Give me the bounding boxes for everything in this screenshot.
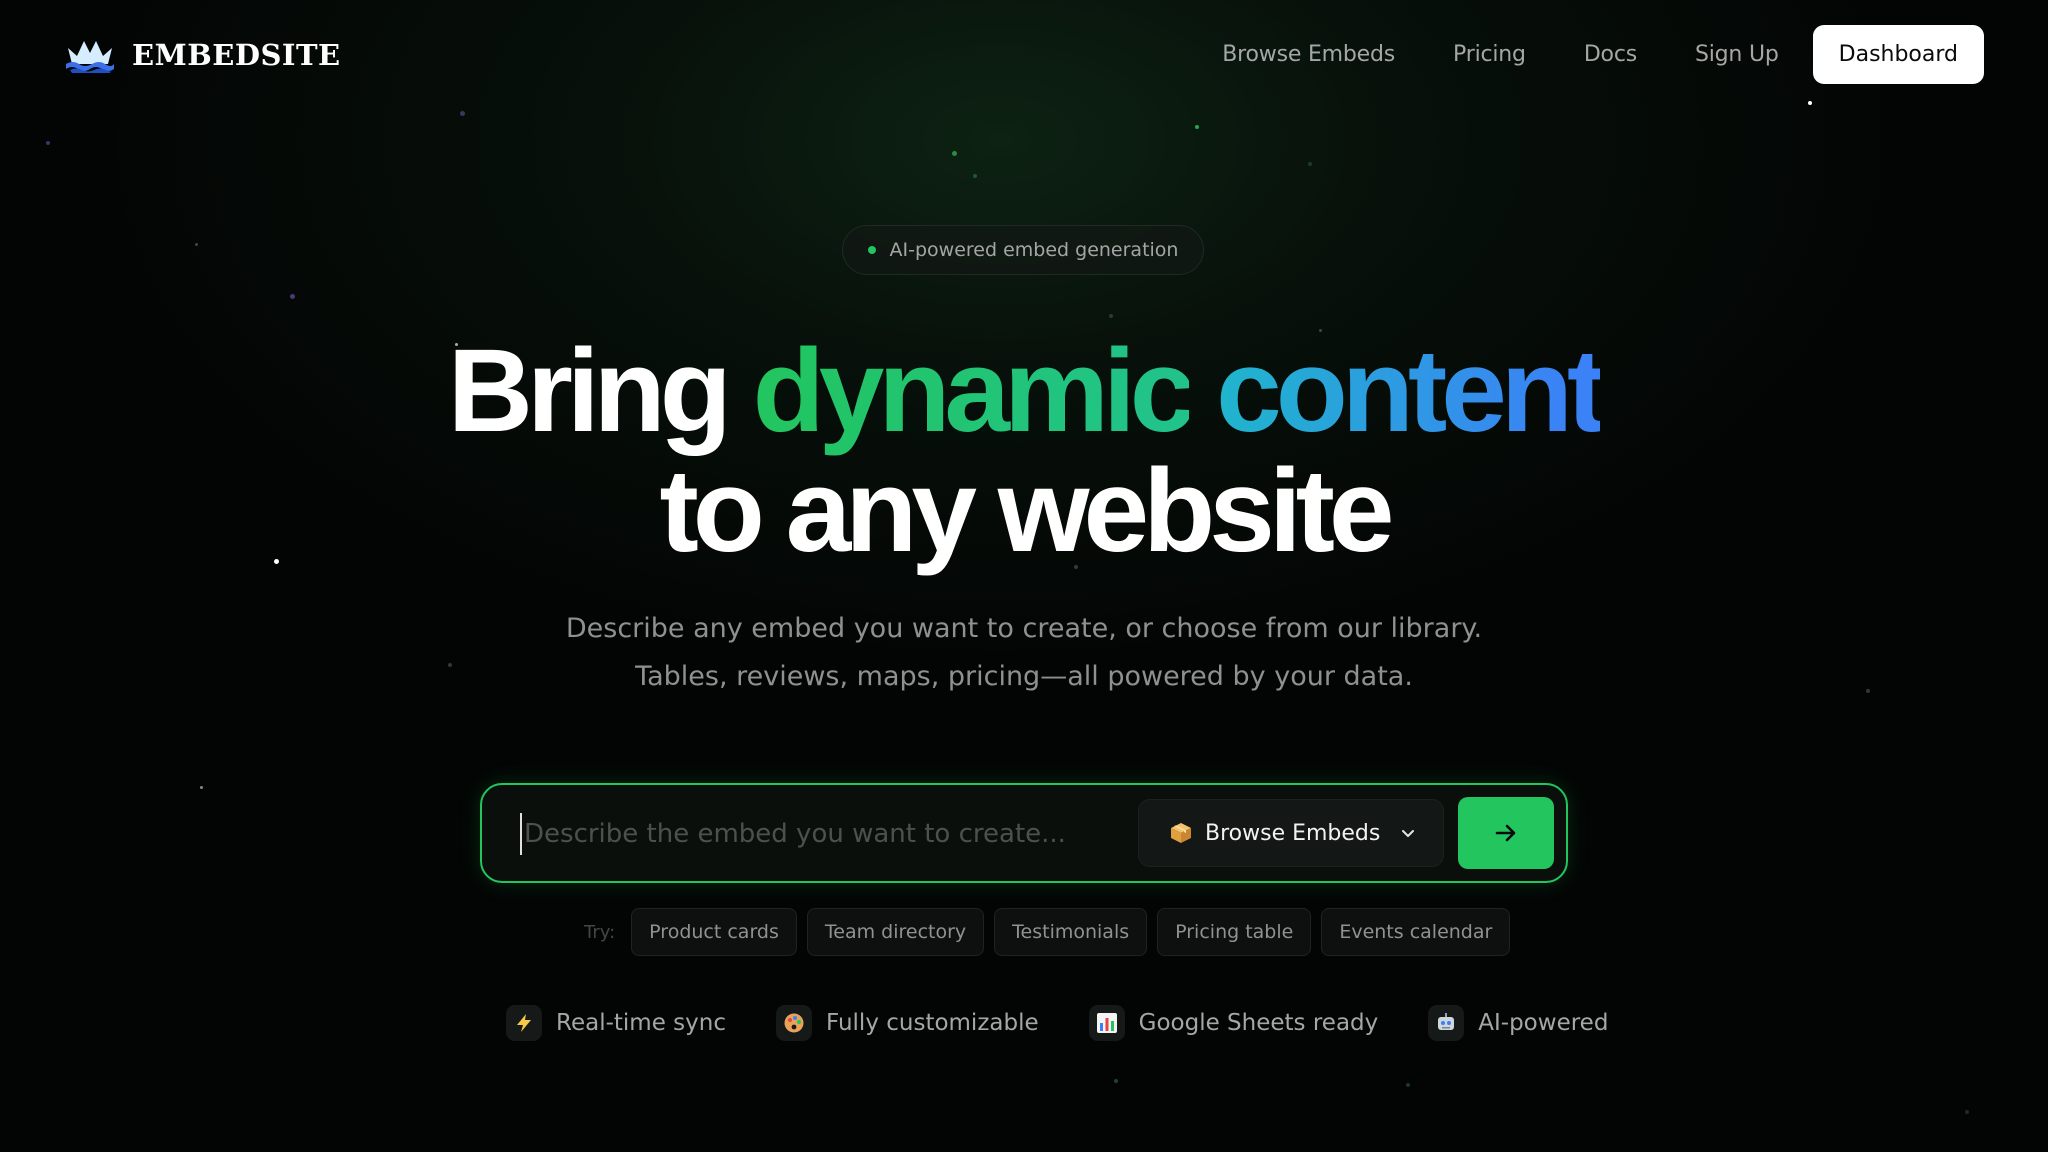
star <box>1406 1083 1410 1087</box>
try-suggestions: Try: Product cards Team directory Testim… <box>584 908 1520 956</box>
star <box>46 141 50 145</box>
feature-item: AI-powered <box>1428 1005 1608 1041</box>
feature-item: Google Sheets ready <box>1088 1005 1379 1041</box>
badge-text: AI-powered embed generation <box>889 239 1179 261</box>
feature-item: Real-time sync <box>506 1005 726 1041</box>
hero-headline-line1: Bring dynamic content <box>0 332 2048 450</box>
suggestion-chip[interactable]: Team directory <box>806 908 985 956</box>
suggestion-chip[interactable]: Pricing table <box>1157 908 1312 956</box>
star <box>1308 162 1312 166</box>
star <box>290 294 295 299</box>
headline-word: Bring <box>447 325 732 457</box>
top-nav: Browse Embeds Pricing Docs Sign Up Dashb… <box>1222 25 1984 84</box>
embed-prompt-bar: Browse Embeds <box>480 783 1568 883</box>
hero-subtitle-line2: Tables, reviews, maps, pricing—all power… <box>635 661 1413 692</box>
nav-browse-embeds[interactable]: Browse Embeds <box>1222 42 1395 67</box>
feature-badge: AI-powered embed generation <box>842 225 1204 275</box>
star <box>460 111 465 116</box>
hero-headline-line2: to any website <box>659 445 1394 577</box>
nav-pricing[interactable]: Pricing <box>1453 42 1526 67</box>
suggestion-chip[interactable]: Events calendar <box>1321 908 1511 956</box>
brand-logo[interactable]: EMBEDSITE <box>64 36 341 74</box>
star <box>200 786 203 789</box>
star <box>1965 1110 1969 1114</box>
star <box>1114 1079 1118 1083</box>
star <box>1109 314 1113 318</box>
star <box>952 151 957 156</box>
robot-icon <box>1428 1005 1465 1041</box>
browse-embeds-dropdown[interactable]: Browse Embeds <box>1138 799 1444 867</box>
submit-prompt-button[interactable] <box>1458 797 1554 869</box>
star <box>195 243 198 246</box>
palette-icon <box>775 1005 812 1041</box>
chart-icon <box>1088 1005 1125 1041</box>
browse-embeds-label: Browse Embeds <box>1205 820 1381 846</box>
hero-subtitle-line1: Describe any embed you want to create, o… <box>565 613 1483 644</box>
suggestion-chip[interactable]: Product cards <box>631 908 797 956</box>
feature-label: Real-time sync <box>556 1010 726 1036</box>
dashboard-button[interactable]: Dashboard <box>1812 25 1984 84</box>
nav-docs[interactable]: Docs <box>1584 42 1637 67</box>
headline-highlight-dynamic: dynamic <box>752 325 1196 457</box>
crown-logo-icon <box>66 41 114 73</box>
feature-list: Real-time sync Fully customizable Google… <box>506 1005 1608 1041</box>
arrow-right-icon <box>1495 824 1516 842</box>
try-label: Try: <box>584 921 616 943</box>
feature-label: AI-powered <box>1478 1010 1609 1036</box>
suggestion-chip[interactable]: Testimonials <box>994 908 1148 956</box>
feature-label: Fully customizable <box>825 1010 1039 1036</box>
lightning-icon <box>506 1005 542 1041</box>
package-icon <box>1171 823 1191 843</box>
brand-name: EMBEDSITE <box>132 38 341 72</box>
star <box>973 174 977 178</box>
nav-sign-up[interactable]: Sign Up <box>1695 42 1779 67</box>
embed-prompt-input[interactable] <box>520 813 1086 855</box>
status-dot-icon <box>867 246 876 254</box>
star <box>1195 125 1199 129</box>
headline-highlight-content: content <box>1216 325 1606 457</box>
star <box>1808 101 1812 105</box>
feature-item: Fully customizable <box>775 1005 1039 1041</box>
chevron-down-icon <box>1402 830 1415 837</box>
feature-label: Google Sheets ready <box>1138 1010 1379 1036</box>
